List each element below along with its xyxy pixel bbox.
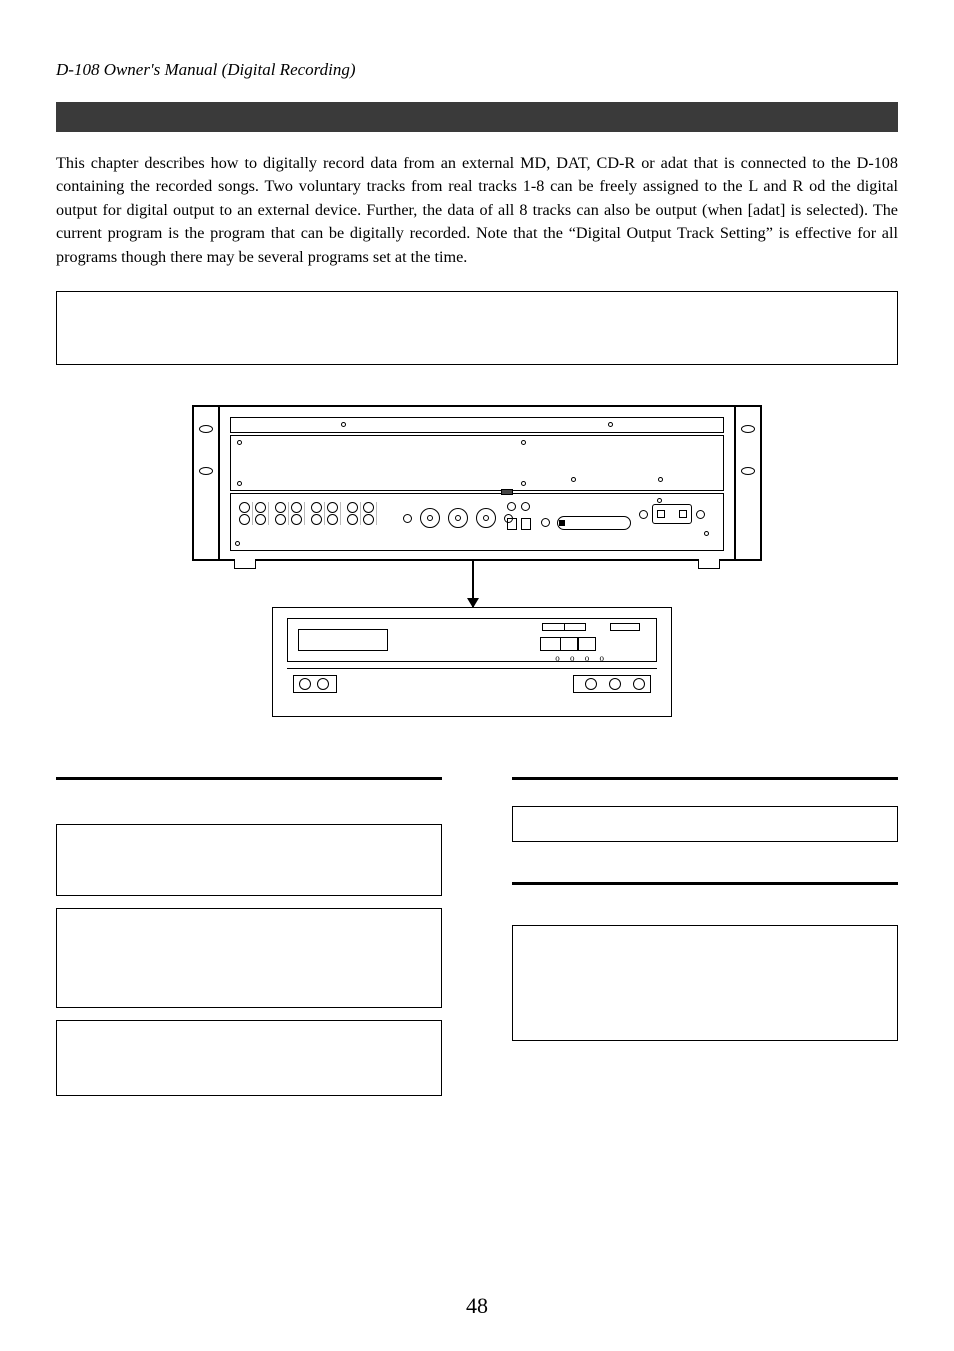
- connection-diagram: o o o o: [192, 405, 762, 717]
- page-number: 48: [0, 1293, 954, 1319]
- rack-ear-left: [192, 405, 218, 561]
- lower-columns: [56, 777, 898, 1096]
- right-box-2: [512, 925, 898, 1041]
- right-box-1: [512, 806, 898, 842]
- signal-arrow: [472, 561, 474, 607]
- left-column: [56, 777, 442, 1096]
- section-title-bar: [56, 102, 898, 132]
- left-box-1: [56, 824, 442, 896]
- body-paragraph: This chapter describes how to digitally …: [56, 152, 898, 269]
- manual-header: D-108 Owner's Manual (Digital Recording): [56, 60, 898, 80]
- external-recorder: o o o o: [272, 607, 672, 717]
- note-box-empty: [56, 291, 898, 365]
- d108-rear-panel: [218, 405, 736, 561]
- rack-ear-right: [736, 405, 762, 561]
- left-box-2: [56, 908, 442, 1008]
- left-box-3: [56, 1020, 442, 1096]
- right-column: [512, 777, 898, 1096]
